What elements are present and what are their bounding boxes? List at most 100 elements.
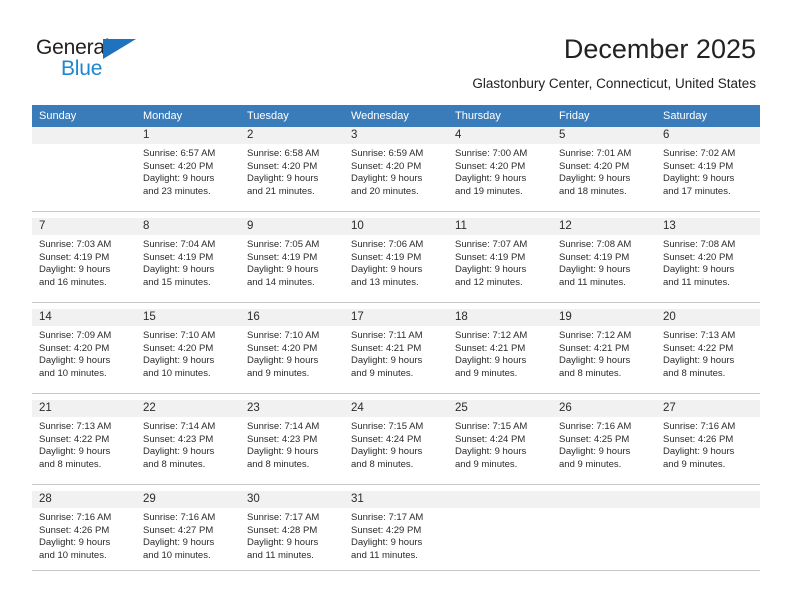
daylight-duration-line1: Daylight: 9 hours (39, 446, 111, 458)
day-details: Sunrise: 7:02 AM Sunset: 4:19 PM Daylight:… (656, 144, 760, 198)
day-number: 27 (656, 400, 760, 417)
calendar-day-cell[interactable]: 18 Sunrise: 7:12 AM Sunset: 4:21 PM Dayligh… (448, 309, 552, 394)
calendar-day-cell[interactable]: 9 Sunrise: 7:05 AM Sunset: 4:19 PM Daylight… (240, 218, 344, 303)
sunrise-time: Sunrise: 7:03 AM (39, 239, 112, 250)
calendar-day-cell[interactable]: 20 Sunrise: 7:13 AM Sunset: 4:22 PM Dayligh… (656, 309, 760, 394)
day-number: 6 (656, 127, 760, 144)
sunset-time: Sunset: 4:20 PM (143, 160, 214, 172)
day-number: 1 (136, 127, 240, 144)
weekday-header-tuesday: Tuesday (240, 105, 344, 127)
calendar-day-cell[interactable]: 17 Sunrise: 7:11 AM Sunset: 4:21 PM Dayligh… (344, 309, 448, 394)
daylight-duration-line1: Daylight: 9 hours (663, 446, 735, 458)
calendar-day-cell[interactable]: 26 Sunrise: 7:16 AM Sunset: 4:25 PM Dayligh… (552, 400, 656, 485)
day-number: 10 (344, 218, 448, 235)
calendar-day-cell[interactable]: 6 Sunrise: 7:02 AM Sunset: 4:19 PM Daylight… (656, 127, 760, 212)
sunset-time: Sunset: 4:20 PM (143, 342, 214, 354)
calendar-day-cell[interactable]: 27 Sunrise: 7:16 AM Sunset: 4:26 PM Dayligh… (656, 400, 760, 485)
calendar-day-cell[interactable]: 12 Sunrise: 7:08 AM Sunset: 4:19 PM Dayligh… (552, 218, 656, 303)
day-details: Sunrise: 7:17 AM Sunset: 4:28 PM Daylight:… (240, 508, 344, 562)
sunrise-time: Sunrise: 7:14 AM (143, 421, 216, 432)
daylight-duration-line1: Daylight: 9 hours (143, 537, 215, 549)
calendar-day-cell[interactable]: 16 Sunrise: 7:10 AM Sunset: 4:20 PM Dayligh… (240, 309, 344, 394)
sunset-time: Sunset: 4:23 PM (143, 433, 214, 445)
day-number: 15 (136, 309, 240, 326)
calendar-day-cell[interactable]: 1 Sunrise: 6:57 AM Sunset: 4:20 PM Daylight… (136, 127, 240, 212)
sunrise-time: Sunrise: 7:10 AM (247, 330, 320, 341)
day-number: 2 (240, 127, 344, 144)
sunrise-time: Sunrise: 7:15 AM (455, 421, 528, 432)
sunrise-time: Sunrise: 7:16 AM (663, 421, 736, 432)
daylight-duration-line1: Daylight: 9 hours (559, 355, 631, 367)
sunrise-time: Sunrise: 7:01 AM (559, 148, 632, 159)
day-details: Sunrise: 7:16 AM Sunset: 4:26 PM Daylight:… (32, 508, 136, 562)
calendar-bottom-rule (32, 570, 760, 571)
sunrise-time: Sunrise: 7:09 AM (39, 330, 112, 341)
daylight-duration-line2: and 21 minutes. (247, 185, 315, 197)
calendar-day-cell[interactable]: 15 Sunrise: 7:10 AM Sunset: 4:20 PM Dayligh… (136, 309, 240, 394)
calendar-day-cell[interactable]: 5 Sunrise: 7:01 AM Sunset: 4:20 PM Daylight… (552, 127, 656, 212)
calendar-day-cell[interactable]: 30 Sunrise: 7:17 AM Sunset: 4:28 PM Dayligh… (240, 491, 344, 575)
brand-name-blue: Blue (61, 57, 103, 80)
day-number: 28 (32, 491, 136, 508)
daylight-duration-line2: and 23 minutes. (143, 185, 211, 197)
calendar-day-cell[interactable]: 10 Sunrise: 7:06 AM Sunset: 4:19 PM Dayligh… (344, 218, 448, 303)
calendar-day-cell[interactable]: 24 Sunrise: 7:15 AM Sunset: 4:24 PM Dayligh… (344, 400, 448, 485)
day-number: 8 (136, 218, 240, 235)
sunrise-time: Sunrise: 6:57 AM (143, 148, 216, 159)
day-details (32, 144, 136, 148)
day-details: Sunrise: 7:07 AM Sunset: 4:19 PM Daylight:… (448, 235, 552, 289)
daylight-duration-line2: and 19 minutes. (455, 185, 523, 197)
sunset-time: Sunset: 4:22 PM (39, 433, 110, 445)
day-details: Sunrise: 7:17 AM Sunset: 4:29 PM Daylight:… (344, 508, 448, 562)
sunset-time: Sunset: 4:28 PM (247, 524, 318, 536)
calendar-day-cell[interactable]: 7 Sunrise: 7:03 AM Sunset: 4:19 PM Daylight… (32, 218, 136, 303)
daylight-duration-line2: and 8 minutes. (247, 458, 310, 470)
calendar-day-cell[interactable]: 13 Sunrise: 7:08 AM Sunset: 4:20 PM Dayligh… (656, 218, 760, 303)
calendar-day-cell[interactable]: 21 Sunrise: 7:13 AM Sunset: 4:22 PM Dayligh… (32, 400, 136, 485)
sunrise-time: Sunrise: 7:13 AM (39, 421, 112, 432)
calendar-day-cell[interactable]: 14 Sunrise: 7:09 AM Sunset: 4:20 PM Dayligh… (32, 309, 136, 394)
sunrise-time: Sunrise: 7:00 AM (455, 148, 528, 159)
calendar-day-cell[interactable]: 29 Sunrise: 7:16 AM Sunset: 4:27 PM Dayligh… (136, 491, 240, 575)
weekday-header-thursday: Thursday (448, 105, 552, 127)
daylight-duration-line1: Daylight: 9 hours (663, 355, 735, 367)
day-details (552, 508, 656, 512)
calendar-day-cell[interactable]: 11 Sunrise: 7:07 AM Sunset: 4:19 PM Dayligh… (448, 218, 552, 303)
sunrise-time: Sunrise: 6:59 AM (351, 148, 424, 159)
daylight-duration-line2: and 9 minutes. (663, 458, 726, 470)
weekday-header-wednesday: Wednesday (344, 105, 448, 127)
day-number: 7 (32, 218, 136, 235)
sunset-time: Sunset: 4:25 PM (559, 433, 630, 445)
daylight-duration-line1: Daylight: 9 hours (663, 264, 735, 276)
calendar-day-cell[interactable]: 3 Sunrise: 6:59 AM Sunset: 4:20 PM Daylight… (344, 127, 448, 212)
daylight-duration-line1: Daylight: 9 hours (455, 446, 527, 458)
sunrise-time: Sunrise: 7:10 AM (143, 330, 216, 341)
sunrise-time: Sunrise: 6:58 AM (247, 148, 320, 159)
daylight-duration-line2: and 10 minutes. (143, 549, 211, 561)
calendar-day-cell[interactable]: 4 Sunrise: 7:00 AM Sunset: 4:20 PM Daylight… (448, 127, 552, 212)
calendar-day-cell[interactable]: 25 Sunrise: 7:15 AM Sunset: 4:24 PM Dayligh… (448, 400, 552, 485)
day-number: 5 (552, 127, 656, 144)
sunset-time: Sunset: 4:26 PM (39, 524, 110, 536)
daylight-duration-line2: and 10 minutes. (143, 367, 211, 379)
daylight-duration-line2: and 18 minutes. (559, 185, 627, 197)
sunset-time: Sunset: 4:19 PM (351, 251, 422, 263)
calendar-day-cell[interactable]: 22 Sunrise: 7:14 AM Sunset: 4:23 PM Dayligh… (136, 400, 240, 485)
day-details: Sunrise: 7:16 AM Sunset: 4:25 PM Daylight:… (552, 417, 656, 471)
brand-logo[interactable]: General Blue (36, 36, 166, 84)
calendar-day-cell[interactable]: 19 Sunrise: 7:12 AM Sunset: 4:21 PM Dayligh… (552, 309, 656, 394)
day-details: Sunrise: 7:13 AM Sunset: 4:22 PM Daylight:… (656, 326, 760, 380)
calendar-week-row: 28 Sunrise: 7:16 AM Sunset: 4:26 PM Dayligh… (32, 491, 760, 575)
calendar-week-row: 21 Sunrise: 7:13 AM Sunset: 4:22 PM Dayligh… (32, 400, 760, 485)
sunrise-time: Sunrise: 7:12 AM (559, 330, 632, 341)
calendar-day-cell[interactable]: 28 Sunrise: 7:16 AM Sunset: 4:26 PM Dayligh… (32, 491, 136, 575)
daylight-duration-line1: Daylight: 9 hours (247, 173, 319, 185)
calendar-day-cell[interactable]: 2 Sunrise: 6:58 AM Sunset: 4:20 PM Daylight… (240, 127, 344, 212)
calendar-day-cell[interactable]: 31 Sunrise: 7:17 AM Sunset: 4:29 PM Dayligh… (344, 491, 448, 575)
calendar-day-cell[interactable]: 8 Sunrise: 7:04 AM Sunset: 4:19 PM Daylight… (136, 218, 240, 303)
day-number: 18 (448, 309, 552, 326)
daylight-duration-line1: Daylight: 9 hours (559, 173, 631, 185)
calendar-day-cell[interactable]: 23 Sunrise: 7:14 AM Sunset: 4:23 PM Dayligh… (240, 400, 344, 485)
sunset-time: Sunset: 4:20 PM (39, 342, 110, 354)
sunset-time: Sunset: 4:19 PM (143, 251, 214, 263)
